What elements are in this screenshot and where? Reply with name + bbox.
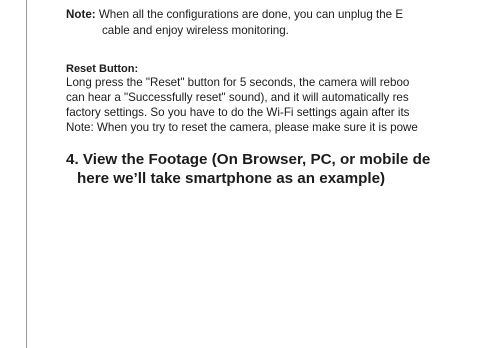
reset-note-line: Note: When you try to reset the camera, …	[66, 121, 418, 134]
note-label: Note:	[66, 8, 96, 21]
reset-text-line: can hear a "Successfully reset" sound), …	[66, 91, 409, 104]
page-left-border	[26, 0, 27, 348]
section-heading: 4. View the Footage (On Browser, PC, or …	[66, 151, 431, 168]
document-page: Note: When all the configurations are do…	[0, 0, 478, 348]
reset-text-line: Long press the "Reset" button for 5 seco…	[66, 76, 410, 89]
section-heading-continuation: here we’ll take smartphone as an example…	[77, 170, 386, 187]
note-text: When all the configurations are done, yo…	[95, 8, 404, 21]
note-paragraph: Note: When all the configurations are do…	[66, 8, 403, 21]
note-continuation: cable and enjoy wireless monitoring.	[102, 24, 289, 37]
reset-button-heading: Reset Button:	[66, 63, 139, 75]
reset-text-line: factory settings. So you have to do the …	[66, 106, 410, 119]
